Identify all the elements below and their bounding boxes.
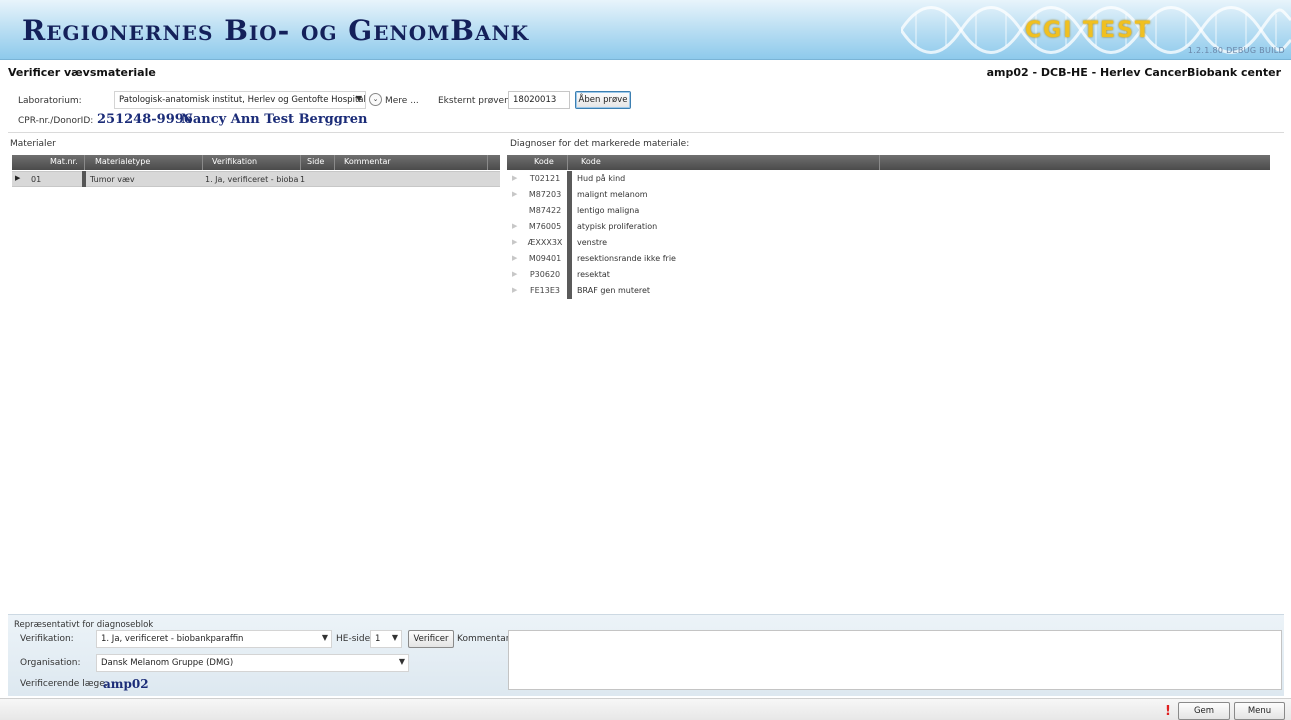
col-separator (334, 155, 335, 170)
verifikation-label: Verifikation: (20, 634, 74, 644)
cpr-value: 251248-9996 (97, 112, 193, 127)
center-info: amp02 - DCB-HE - Herlev CancerBiobank ce… (986, 66, 1281, 79)
col-verifikation[interactable]: Verifikation (212, 157, 257, 166)
row-arrow-icon: ▶ (512, 270, 518, 278)
kommentar-label: Kommentar: (457, 634, 513, 644)
dropdown-arrow-icon: ▼ (355, 94, 362, 103)
materials-section-label: Materialer (10, 139, 56, 149)
col-kommentar[interactable]: Kommentar (344, 157, 391, 166)
dropdown-arrow-icon: ▼ (391, 633, 398, 642)
group-title: Repræsentativt for diagnoseblok (14, 620, 154, 630)
verifikation-value: 1. Ja, verificeret - biobankparaffin (101, 634, 244, 644)
cell-materialetype: Tumor væv (90, 175, 135, 184)
list-item[interactable]: ▶ M87203 malignt melanom (507, 187, 807, 203)
menu-button[interactable]: Menu (1234, 702, 1285, 720)
diagnosis-code: T02121 (529, 174, 561, 183)
diagnoses-section-label: Diagnoser for det markerede materiale: (510, 139, 690, 149)
he-side-select[interactable]: 1 ▼ (370, 630, 402, 648)
col-matnr[interactable]: Mat.nr. (50, 157, 78, 166)
verif-laege-label: Verificerende læge: (20, 679, 108, 689)
diagnosis-text: malignt melanom (577, 190, 648, 199)
row-strip (82, 171, 86, 187)
organisation-label: Organisation: (20, 658, 81, 668)
laboratorium-label: Laboratorium: (18, 96, 82, 106)
col-separator (487, 155, 488, 170)
he-side-label: HE-side: (336, 634, 374, 644)
diagnosis-text: venstre (577, 238, 608, 247)
row-arrow-icon: ▶ (512, 174, 518, 182)
list-item[interactable]: ▶ T02121 Hud på kind (507, 171, 807, 187)
verifikation-select[interactable]: 1. Ja, verificeret - biobankparaffin ▼ (96, 630, 332, 648)
cell-verifikation: 1. Ja, verificeret - biobar (205, 175, 299, 184)
app-title: Regionernes Bio- og GenomBank (22, 14, 530, 47)
materials-grid-header: Mat.nr. Materialetype Verifikation Side … (12, 155, 500, 170)
page-title: Verificer vævsmateriale (8, 66, 156, 79)
list-item[interactable]: ▶ M09401 resektionsrande ikke frie (507, 251, 807, 267)
col-separator (84, 155, 85, 170)
list-item[interactable]: ▶ M76005 atypisk proliferation (507, 219, 807, 235)
diagnosis-text: BRAF gen muteret (577, 286, 651, 295)
verificer-button[interactable]: Verificer (408, 630, 454, 648)
organisation-select[interactable]: Dansk Melanom Gruppe (DMG) ▼ (96, 654, 409, 672)
col-kode[interactable]: Kode (534, 157, 554, 166)
col-side[interactable]: Side (307, 157, 324, 166)
cell-side: 1 (300, 175, 306, 184)
footer-bar (0, 698, 1291, 720)
diagnosis-code: FE13E3 (530, 286, 560, 295)
list-item[interactable]: ▶ P30620 resektat (507, 267, 807, 283)
row-arrow-icon: ▶ (512, 254, 518, 262)
diagnosis-text: Hud på kind (577, 174, 626, 183)
col-kode-text[interactable]: Kode (581, 157, 601, 166)
cell-matnr: 01 (31, 175, 42, 184)
kommentar-textarea[interactable] (508, 630, 1282, 690)
organisation-value: Dansk Melanom Gruppe (DMG) (101, 658, 234, 668)
col-separator (879, 155, 880, 170)
col-separator (567, 155, 568, 170)
dropdown-arrow-icon: ▼ (321, 633, 328, 642)
diagnosis-text: lentigo maligna (577, 206, 640, 215)
verif-laege-value: amp02 (103, 677, 149, 691)
diagnosis-code: M76005 (528, 222, 562, 231)
diagnosis-text: atypisk proliferation (577, 222, 658, 231)
diagnosis-code: M87203 (528, 190, 562, 199)
he-side-value: 1 (375, 634, 381, 644)
row-arrow-icon: ▶ (512, 190, 518, 198)
app-banner: Regionernes Bio- og GenomBank CGI TEST 1… (0, 0, 1291, 60)
cgi-test-logo: CGI TEST (1025, 18, 1152, 43)
ekstern-label: Eksternt prøvenr.: (438, 96, 519, 106)
diagnosis-text: resektionsrande ikke frie (577, 254, 676, 263)
row-arrow-icon: ▶ (512, 238, 518, 246)
diagnosis-code: M87422 (528, 206, 562, 215)
list-item[interactable]: ▶ FE13E3 BRAF gen muteret (507, 283, 807, 299)
diagnoses-grid-header: Kode Kode (507, 155, 1270, 170)
warning-icon: ! (1165, 704, 1171, 719)
col-separator (300, 155, 301, 170)
mere-link[interactable]: Mere ... (385, 96, 419, 106)
col-separator (202, 155, 203, 170)
col-materialetype[interactable]: Materialetype (95, 157, 150, 166)
laboratorium-select[interactable]: Patologisk-anatomisk institut, Herlev og… (114, 91, 366, 109)
diagnosis-code: P30620 (529, 270, 561, 279)
ekstern-input[interactable]: 18020013 (508, 91, 570, 109)
laboratorium-value: Patologisk-anatomisk institut, Herlev og… (119, 95, 366, 105)
divider (8, 132, 1284, 133)
diagnosis-code: M09401 (528, 254, 562, 263)
current-row-arrow-icon: ▶ (15, 174, 21, 182)
row-arrow-icon: ▶ (512, 222, 518, 230)
ekstern-value: 18020013 (513, 95, 557, 105)
cpr-label: CPR-nr./DonorID: (18, 116, 94, 126)
row-arrow-icon: ▶ (512, 286, 518, 294)
save-button[interactable]: Gem (1178, 702, 1230, 720)
list-item[interactable]: M87422 lentigo maligna (507, 203, 807, 219)
diagnosis-code: ÆXXX3X (527, 238, 563, 247)
diagnosis-text: resektat (577, 270, 610, 279)
dropdown-arrow-icon: ▼ (398, 657, 405, 666)
list-item[interactable]: ▶ ÆXXX3X venstre (507, 235, 807, 251)
donor-name: Nancy Ann Test Berggren (181, 112, 368, 127)
open-sample-button[interactable]: Åben prøve (575, 91, 631, 109)
build-version: 1.2.1.80 DEBUG BUILD (1187, 46, 1285, 55)
expand-circle-icon[interactable]: ⌄ (369, 93, 382, 106)
